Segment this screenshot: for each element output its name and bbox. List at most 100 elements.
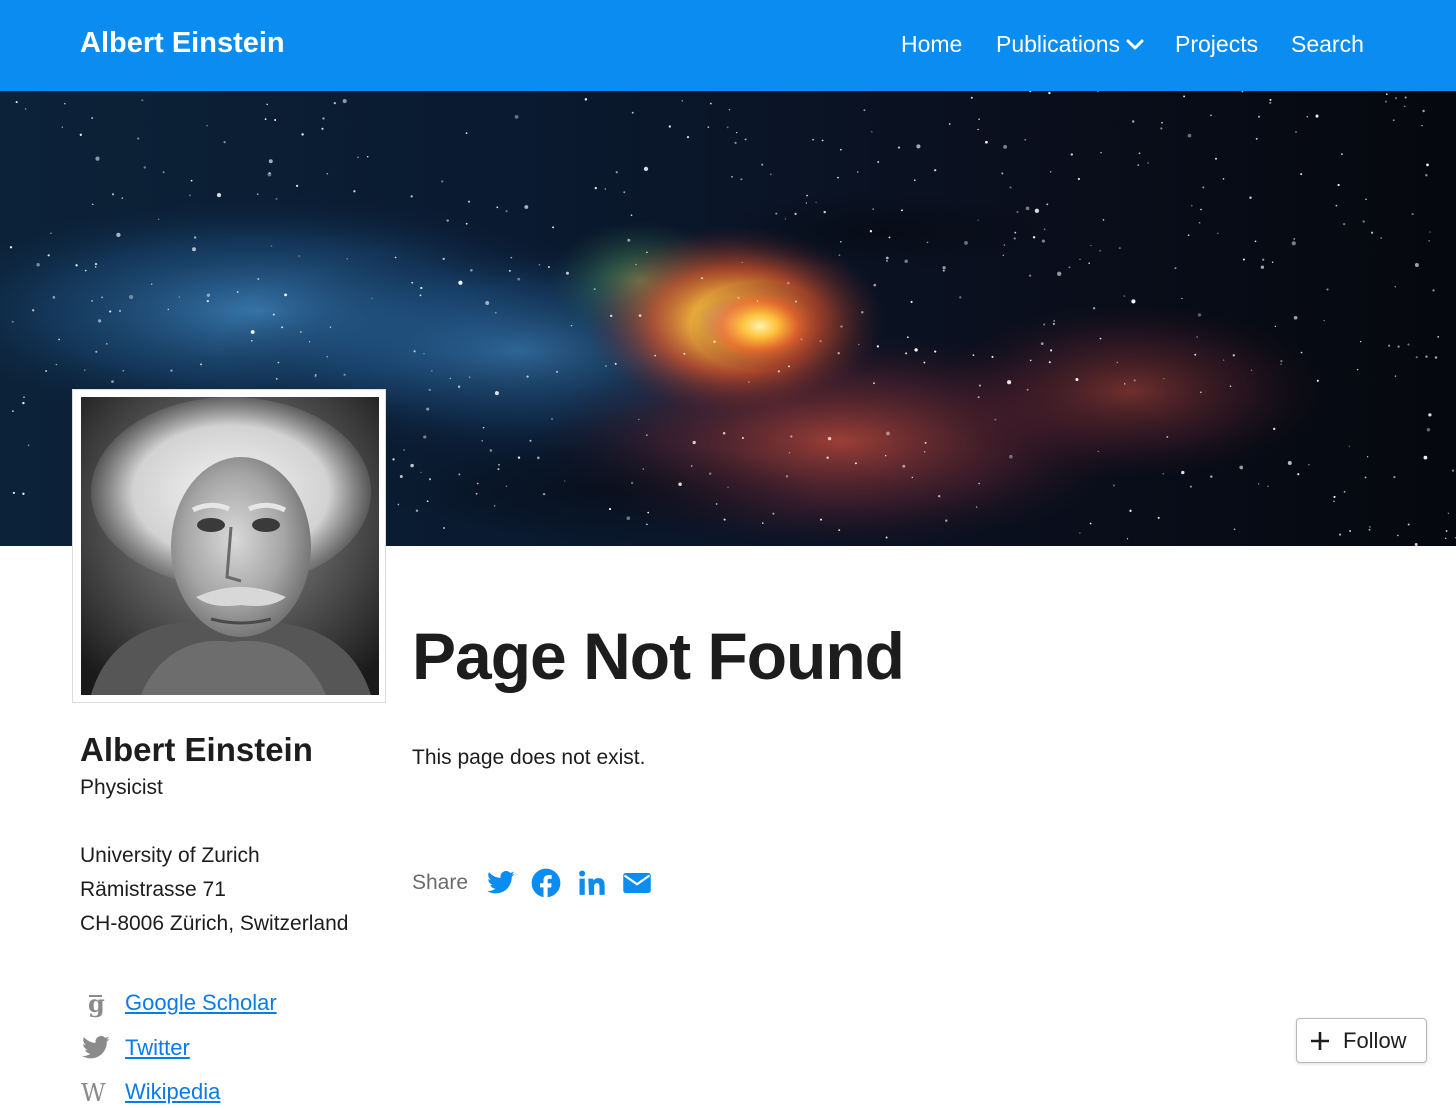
star: [300, 331, 302, 333]
star: [978, 482, 980, 485]
star: [1068, 266, 1071, 269]
star: [206, 124, 208, 127]
star: [1356, 368, 1359, 371]
star: [45, 369, 48, 373]
star: [206, 293, 211, 297]
twitter-link[interactable]: Twitter: [125, 1035, 190, 1061]
star: [1293, 237, 1296, 240]
star: [1316, 379, 1319, 382]
star: [1445, 537, 1447, 539]
nav-item-projects[interactable]: Projects: [1175, 31, 1258, 58]
share-email-icon[interactable]: [622, 868, 652, 898]
star: [1273, 427, 1276, 431]
star: [823, 210, 826, 214]
star: [264, 118, 267, 120]
star: [250, 339, 253, 342]
star: [467, 200, 471, 203]
star: [723, 518, 726, 521]
nav-item-publications[interactable]: Publications: [996, 31, 1120, 58]
star: [1394, 375, 1397, 377]
star: [985, 140, 988, 144]
star: [1392, 119, 1395, 122]
star: [55, 363, 58, 366]
nav-item-search[interactable]: Search: [1291, 31, 1364, 58]
star: [762, 522, 764, 524]
star: [1291, 241, 1296, 246]
star: [1050, 171, 1052, 173]
star: [1116, 361, 1119, 364]
star: [623, 191, 626, 194]
social-link-google-scholar: g Google Scholar: [80, 988, 380, 1020]
star: [295, 184, 299, 188]
star: [109, 310, 112, 313]
star: [638, 314, 642, 317]
star: [1370, 231, 1374, 234]
star: [772, 512, 775, 515]
star: [321, 127, 324, 130]
star: [1384, 100, 1388, 103]
star: [1359, 340, 1362, 343]
star: [737, 296, 740, 299]
star: [1414, 543, 1418, 546]
follow-button[interactable]: Follow: [1296, 1018, 1427, 1063]
star: [869, 230, 873, 233]
star: [1052, 322, 1055, 325]
share-linkedin-icon[interactable]: [577, 868, 607, 898]
star: [610, 314, 613, 318]
star: [1414, 263, 1419, 267]
star: [1181, 297, 1183, 300]
star: [727, 486, 729, 488]
star: [626, 516, 631, 521]
star: [1257, 115, 1261, 118]
star: [1386, 93, 1388, 95]
star: [170, 369, 173, 372]
star: [91, 116, 94, 120]
star: [275, 377, 278, 380]
star: [1097, 450, 1099, 453]
star: [897, 146, 901, 149]
star: [167, 308, 169, 311]
star: [1007, 380, 1012, 385]
chevron-down-icon[interactable]: [1126, 36, 1144, 54]
star: [863, 109, 866, 112]
star: [905, 352, 908, 355]
star: [151, 283, 153, 285]
star: [1210, 114, 1212, 117]
star: [489, 449, 493, 452]
star: [872, 208, 874, 210]
nav-item-home[interactable]: Home: [901, 31, 962, 58]
share-facebook-icon[interactable]: [531, 868, 561, 898]
star: [563, 480, 566, 482]
star: [1092, 307, 1096, 310]
star: [79, 133, 82, 136]
star: [1280, 363, 1282, 365]
share-twitter-icon[interactable]: [486, 868, 516, 898]
wikipedia-link[interactable]: Wikipedia: [125, 1079, 220, 1105]
star: [1262, 258, 1265, 261]
star: [1407, 523, 1410, 526]
star: [1089, 522, 1092, 525]
star: [888, 236, 891, 239]
star: [1232, 354, 1235, 357]
google-scholar-link[interactable]: Google Scholar: [125, 990, 277, 1016]
star: [713, 340, 716, 343]
star: [948, 123, 951, 125]
star: [1137, 164, 1140, 166]
star: [1394, 97, 1398, 100]
star: [122, 369, 125, 372]
star: [206, 299, 209, 303]
star: [1249, 196, 1252, 199]
star: [1306, 115, 1309, 118]
star: [1315, 114, 1319, 118]
star: [1300, 351, 1303, 354]
site-brand[interactable]: Albert Einstein: [80, 27, 285, 60]
star: [991, 355, 994, 358]
star: [1046, 203, 1049, 206]
star: [800, 338, 803, 341]
star: [876, 345, 880, 348]
star: [1254, 240, 1257, 243]
star: [446, 219, 449, 222]
star: [1029, 359, 1032, 362]
star: [630, 214, 633, 217]
star: [902, 464, 906, 468]
